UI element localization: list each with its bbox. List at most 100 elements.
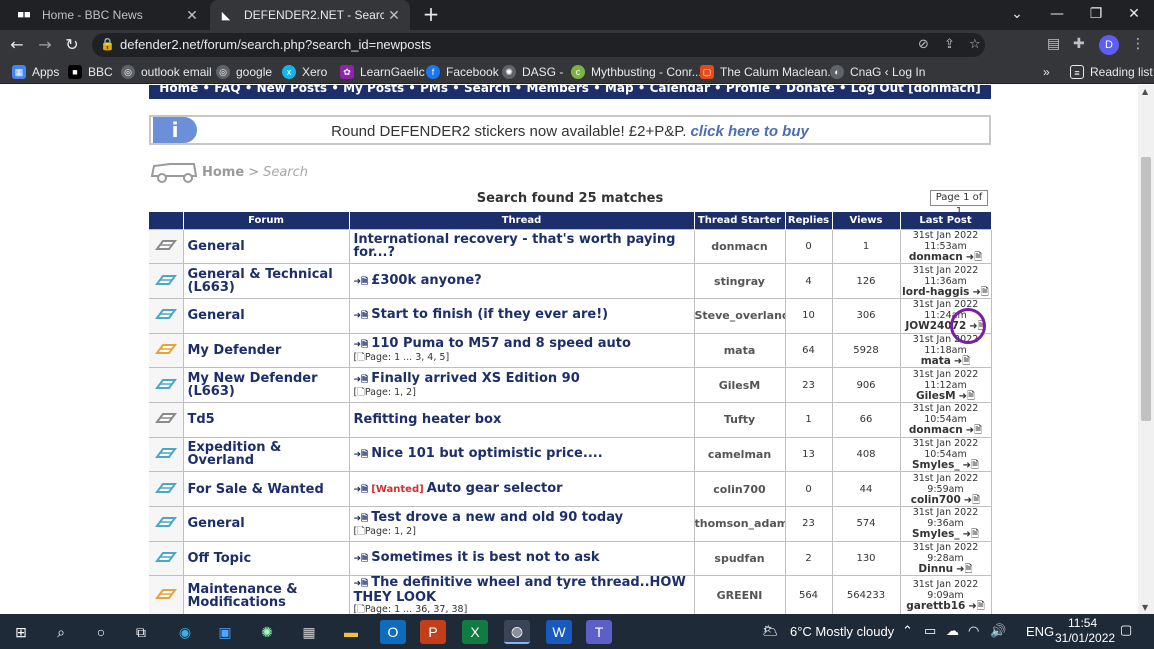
- reading-list-button[interactable]: ≡ Reading list: [1070, 63, 1153, 81]
- notifications-icon[interactable]: ▢: [1120, 622, 1132, 638]
- new-post-icon[interactable]: ➜🗎: [354, 514, 369, 524]
- thread-starter[interactable]: donmacn: [694, 228, 786, 264]
- forum-link[interactable]: For Sale & Wanted: [183, 471, 350, 507]
- forum-link[interactable]: General & Technical (L663): [183, 263, 350, 299]
- last-post-author[interactable]: Smyles_: [912, 459, 960, 471]
- tab-bbc-news[interactable]: ■■ Home - BBC News ✕: [8, 0, 208, 30]
- go-to-last-post-icon[interactable]: ➜🗎: [956, 564, 972, 575]
- scroll-up-icon[interactable]: ▲: [1142, 87, 1148, 96]
- go-to-last-post-icon[interactable]: ➜🗎: [963, 460, 979, 471]
- thread-title-link[interactable]: The definitive wheel and tyre thread..HO…: [354, 577, 686, 606]
- go-to-last-post-icon[interactable]: ➜🗎: [972, 287, 988, 298]
- site-nav-links[interactable]: Home • FAQ • New Posts • My Posts • PMs …: [159, 85, 980, 95]
- forum-link[interactable]: My New Defender (L663): [183, 367, 350, 403]
- weather-text[interactable]: 6°C Mostly cloudy: [790, 624, 894, 639]
- windows-start-icon[interactable]: ⊞: [8, 620, 34, 644]
- thread-pages-text[interactable]: Page: 1 ... 3, 4, 5: [365, 352, 446, 363]
- new-post-icon[interactable]: ➜🗎: [354, 485, 369, 495]
- new-post-icon[interactable]: ➜🗎: [354, 450, 369, 460]
- last-post-author[interactable]: donmacn: [909, 424, 963, 436]
- new-tab-button[interactable]: +: [420, 3, 442, 25]
- go-to-last-post-icon[interactable]: ➜🗎: [964, 495, 980, 506]
- forum-link[interactable]: General: [183, 506, 350, 542]
- thread-title-link[interactable]: Sometimes it is best not to ask: [371, 550, 599, 565]
- clock-date[interactable]: 31/01/2022: [1055, 631, 1115, 645]
- thread-pages[interactable]: [🗋Page: 1 ... 36, 37, 38]: [354, 604, 694, 614]
- calculator-icon[interactable]: ▦: [296, 620, 322, 644]
- bookmark-mythbusting[interactable]: c Mythbusting - Conr...: [571, 63, 702, 81]
- network-icon[interactable]: ▭: [924, 623, 936, 639]
- forum-link[interactable]: General: [183, 297, 350, 334]
- thread-starter[interactable]: spudfan: [694, 540, 786, 576]
- thread-pages-text[interactable]: Page: 1, 2: [365, 526, 412, 537]
- bookmark-dasg[interactable]: ✺ DASG -: [502, 63, 563, 81]
- last-post-author[interactable]: garettb16: [906, 600, 965, 612]
- scroll-down-icon[interactable]: ▼: [1142, 603, 1148, 612]
- last-post-author[interactable]: lord-haggis: [902, 286, 969, 298]
- profile-avatar[interactable]: D: [1099, 35, 1119, 55]
- cortana-icon[interactable]: ○: [88, 620, 114, 644]
- last-post-author[interactable]: donmacn: [909, 251, 963, 263]
- last-post-author[interactable]: mata: [921, 355, 951, 367]
- thread-title-link[interactable]: Start to finish (if they ever are!): [371, 307, 608, 322]
- lock-icon[interactable]: 🔒: [100, 37, 115, 51]
- bookmark-google[interactable]: ◎ google: [216, 63, 272, 81]
- forum-link[interactable]: Off Topic: [183, 540, 350, 576]
- last-post-author[interactable]: GilesM: [916, 390, 956, 402]
- word-icon[interactable]: W: [546, 620, 572, 644]
- thread-starter[interactable]: mata: [694, 332, 786, 368]
- go-to-last-post-icon[interactable]: ➜🗎: [959, 391, 975, 402]
- breadcrumb-home[interactable]: Home: [202, 165, 244, 180]
- file-explorer-icon[interactable]: ▬: [338, 620, 364, 644]
- go-to-last-post-icon[interactable]: ➜🗎: [954, 356, 970, 367]
- thread-pages-text[interactable]: Page: 1, 2: [365, 387, 412, 398]
- go-to-last-post-icon[interactable]: ➜🗎: [963, 529, 979, 540]
- thread-starter[interactable]: stingray: [694, 263, 786, 299]
- last-post-author[interactable]: Smyles_: [912, 528, 960, 540]
- thread-title-link[interactable]: £300k anyone?: [371, 273, 481, 288]
- bookmark-apps[interactable]: ▦ Apps: [12, 63, 59, 81]
- thread-starter[interactable]: GREENI: [694, 575, 786, 614]
- bookmark-facebook[interactable]: f Facebook: [426, 63, 499, 81]
- close-window-button[interactable]: ✕: [1119, 4, 1149, 24]
- forum-link[interactable]: Expedition & Overland: [183, 436, 350, 472]
- powerpoint-icon[interactable]: P: [420, 620, 446, 644]
- bookmark-cnag[interactable]: ◐ CnaG ‹ Log In: [830, 63, 925, 81]
- thread-title-link[interactable]: Nice 101 but optimistic price....: [371, 446, 602, 461]
- thread-pages[interactable]: [🗋Page: 1, 2]: [354, 387, 694, 398]
- thread-starter[interactable]: thomson_adam: [694, 506, 786, 542]
- language-indicator[interactable]: ENG: [1026, 624, 1054, 639]
- thread-pages-text[interactable]: Page: 1 ... 36, 37, 38: [365, 604, 464, 614]
- outlook-icon[interactable]: O: [380, 620, 406, 644]
- bookmarks-overflow[interactable]: »: [1043, 63, 1050, 81]
- tab-defender2-search[interactable]: ◣ DEFENDER2.NET - Search ✕: [210, 0, 410, 30]
- bookmark-bbc[interactable]: ■ BBC: [68, 63, 113, 81]
- app-icon[interactable]: ✺: [254, 620, 280, 644]
- camera-off-icon[interactable]: ⊘: [918, 37, 929, 52]
- thread-starter[interactable]: GilesM: [694, 367, 786, 403]
- thread-pages[interactable]: [🗋Page: 1, 2]: [354, 526, 694, 537]
- bookmark-outlook[interactable]: ◎ outlook email: [121, 63, 212, 81]
- thread-starter[interactable]: camelman: [694, 436, 786, 472]
- extensions-icon[interactable]: ✚: [1073, 36, 1085, 52]
- bookmark-learngaelic[interactable]: ✿ LearnGaelic: [340, 63, 425, 81]
- new-post-icon[interactable]: ➜🗎: [354, 554, 369, 564]
- new-post-icon[interactable]: ➜🗎: [354, 375, 369, 385]
- share-icon[interactable]: ⇪: [944, 37, 955, 52]
- thread-starter[interactable]: Tufty: [694, 401, 786, 438]
- close-tab-icon[interactable]: ✕: [384, 7, 404, 24]
- buy-stickers-link[interactable]: click here to buy: [690, 123, 808, 140]
- address-bar[interactable]: 🔒 defender2.net/forum/search.php?search_…: [92, 33, 985, 57]
- photos-icon[interactable]: ▣: [212, 620, 238, 644]
- last-post-author[interactable]: colin700: [911, 494, 961, 506]
- thread-title-link[interactable]: 110 Puma to M57 and 8 speed auto: [371, 336, 631, 351]
- bookmark-star-icon[interactable]: ☆: [969, 37, 981, 52]
- last-post-author[interactable]: Dinnu: [918, 563, 953, 575]
- site-nav-bar[interactable]: Home • FAQ • New Posts • My Posts • PMs …: [149, 85, 991, 99]
- back-button[interactable]: ←: [6, 34, 28, 56]
- thread-title-link[interactable]: Finally arrived XS Edition 90: [371, 371, 579, 386]
- page-scrollbar[interactable]: ▲ ▼: [1138, 85, 1154, 614]
- chrome-icon[interactable]: ◍: [504, 620, 530, 644]
- scrollbar-thumb[interactable]: [1141, 157, 1151, 421]
- onedrive-icon[interactable]: ☁: [946, 623, 959, 639]
